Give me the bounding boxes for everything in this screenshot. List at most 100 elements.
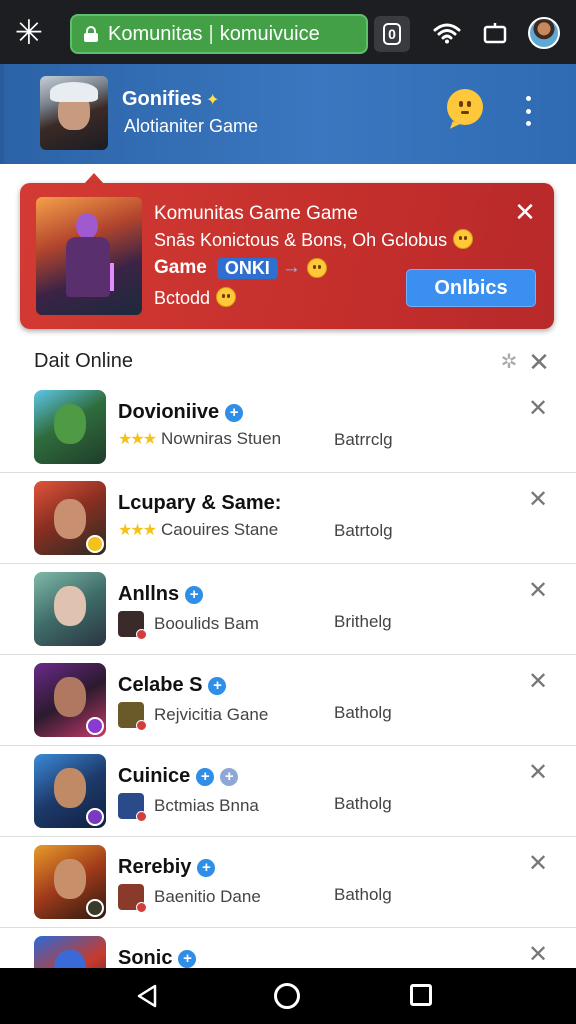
verified-icon: + bbox=[197, 858, 216, 877]
mini-game-icon bbox=[118, 611, 147, 640]
promo-game-art bbox=[36, 197, 142, 315]
item-title: Sonic + bbox=[118, 947, 197, 968]
verified-icon: + bbox=[196, 767, 215, 786]
ninja-figure bbox=[54, 859, 86, 899]
verified-icon: + bbox=[185, 585, 204, 604]
item-title: Celabe S + bbox=[118, 674, 227, 697]
dismiss-icon[interactable]: ✕ bbox=[528, 579, 548, 603]
item-tag: Brithelg bbox=[334, 612, 392, 631]
dismiss-icon[interactable]: ✕ bbox=[528, 397, 548, 421]
smile-emoji-icon bbox=[216, 287, 237, 307]
tab-count: 0 bbox=[383, 23, 401, 45]
item-tag: Batrrclg bbox=[334, 430, 393, 449]
community-avatar[interactable] bbox=[40, 76, 108, 150]
verified-icon: + bbox=[225, 403, 244, 422]
mini-game-icon bbox=[118, 884, 147, 913]
emoji-eye-left bbox=[459, 101, 463, 107]
community-title-text: Gonifies bbox=[122, 88, 203, 110]
promo-footer: Bctodd bbox=[154, 287, 237, 309]
stars-icon: ★★★ bbox=[118, 431, 157, 448]
item-title: Cuinice + + bbox=[118, 765, 239, 788]
list-item[interactable]: Cuinice + + Bctmias Bnna Batholg ✕ bbox=[0, 745, 576, 837]
promo-title: Komunitas Game Game bbox=[154, 203, 358, 224]
chat-emoji-icon[interactable] bbox=[447, 89, 483, 125]
warrior-figure bbox=[54, 768, 86, 808]
dismiss-icon[interactable]: ✕ bbox=[528, 852, 548, 876]
game-list: Dovioniive + ★★★ Nowniras Stuen Batrrclg ✕… bbox=[0, 381, 576, 968]
dismiss-icon[interactable]: ✕ bbox=[528, 670, 548, 694]
recent-apps-icon[interactable] bbox=[410, 984, 432, 1006]
lock-icon bbox=[84, 26, 98, 42]
game-badge bbox=[86, 535, 104, 553]
emoji-mouth bbox=[461, 111, 469, 114]
home-icon[interactable] bbox=[274, 983, 300, 1009]
mini-game-icon bbox=[118, 702, 147, 731]
sonic-figure bbox=[54, 950, 86, 968]
list-item[interactable]: Dovioniive + ★★★ Nowniras Stuen Batrrclg ✕ bbox=[0, 381, 576, 473]
promo-game-line: Game ONKI → bbox=[154, 257, 327, 279]
promo-online-button[interactable]: Onlbics bbox=[406, 269, 536, 307]
mini-game-icon bbox=[118, 793, 147, 822]
verified-icon: + bbox=[220, 767, 239, 786]
back-icon[interactable] bbox=[136, 984, 158, 1008]
promo-card[interactable]: Komunitas Game Game Snās Konictous & Bon… bbox=[20, 183, 554, 329]
profile-avatar[interactable] bbox=[528, 17, 560, 49]
list-section-title: Dait Online bbox=[34, 350, 133, 372]
more-options-icon[interactable] bbox=[518, 96, 538, 126]
list-item[interactable]: Anllns + Booulids Bam Brithelg ✕ bbox=[0, 563, 576, 655]
item-subtitle: ★★★ Caouires Stane bbox=[118, 520, 279, 539]
list-item[interactable]: Celabe S + Rejvicitia Gane Batholg ✕ bbox=[0, 654, 576, 746]
sonic-game-icon bbox=[34, 936, 106, 968]
dismiss-icon[interactable]: ✕ bbox=[528, 488, 548, 512]
soldier-figure bbox=[54, 404, 86, 444]
online-chip[interactable]: ONKI bbox=[216, 257, 278, 279]
item-title: Anllns + bbox=[118, 583, 204, 606]
white-hair-hero-icon bbox=[34, 572, 106, 646]
sparkle-icon: ✦ bbox=[206, 92, 220, 109]
item-title: Lcupary & Same: bbox=[118, 492, 282, 514]
hero-figure bbox=[54, 586, 86, 626]
item-tag: Batholg bbox=[334, 885, 392, 904]
community-header: Gonifies ✦ Alotianiter Game bbox=[0, 64, 576, 164]
asterisk-menu-icon[interactable]: ✳ bbox=[10, 14, 48, 52]
item-subtitle: Baenitio Dane bbox=[118, 884, 261, 913]
item-tag: Batholg bbox=[334, 703, 392, 722]
verified-icon: + bbox=[178, 949, 197, 968]
settings-sparkle-icon[interactable]: ✲ bbox=[499, 352, 519, 372]
warrior-game-icon bbox=[34, 754, 106, 828]
cowboy-figure bbox=[54, 499, 86, 539]
soldier-game-icon bbox=[34, 390, 106, 464]
item-subtitle: Booulids Bam bbox=[118, 611, 259, 640]
community-subtitle: Alotianiter Game bbox=[124, 116, 259, 136]
game-badge bbox=[86, 717, 104, 735]
arrow-right-icon: → bbox=[281, 257, 301, 278]
cast-icon[interactable] bbox=[478, 18, 512, 48]
list-item[interactable]: Rerebiy + Baenitio Dane Batholg ✕ bbox=[0, 836, 576, 928]
smile-emoji-icon bbox=[453, 229, 474, 249]
stars-icon: ★★★ bbox=[118, 522, 157, 539]
list-item[interactable]: Lcupary & Same: ★★★ Caouires Stane Batrto… bbox=[0, 472, 576, 564]
list-close-icon[interactable]: ✕ bbox=[528, 349, 550, 375]
community-title: Gonifies ✦ bbox=[122, 88, 219, 111]
url-text-right: komuivuice bbox=[219, 22, 320, 45]
item-subtitle: Bctmias Bnna bbox=[118, 793, 259, 822]
url-text-left: Komunitas bbox=[108, 22, 203, 45]
list-item[interactable]: Sonic + ✕ bbox=[0, 927, 576, 968]
tab-switcher-button[interactable]: 0 bbox=[374, 16, 410, 52]
heroine-figure bbox=[54, 677, 86, 717]
browser-top-bar: ✳ Komunitas | komuivuice 0 bbox=[0, 0, 576, 64]
promo-game-label: Game bbox=[154, 257, 207, 278]
cowboy-game-icon bbox=[34, 481, 106, 555]
game-badge bbox=[86, 899, 104, 917]
emoji-eye-right bbox=[467, 101, 471, 107]
url-separator: | bbox=[208, 22, 214, 45]
promo-close-icon[interactable]: ✕ bbox=[514, 199, 536, 225]
verified-icon: + bbox=[208, 676, 227, 695]
address-bar[interactable]: Komunitas | komuivuice bbox=[70, 14, 368, 54]
item-title: Rerebiy + bbox=[118, 856, 216, 879]
wifi-icon bbox=[430, 18, 464, 48]
dismiss-icon[interactable]: ✕ bbox=[528, 943, 548, 967]
item-subtitle: Rejvicitia Gane bbox=[118, 702, 268, 731]
item-tag: Batholg bbox=[334, 794, 392, 813]
dismiss-icon[interactable]: ✕ bbox=[528, 761, 548, 785]
